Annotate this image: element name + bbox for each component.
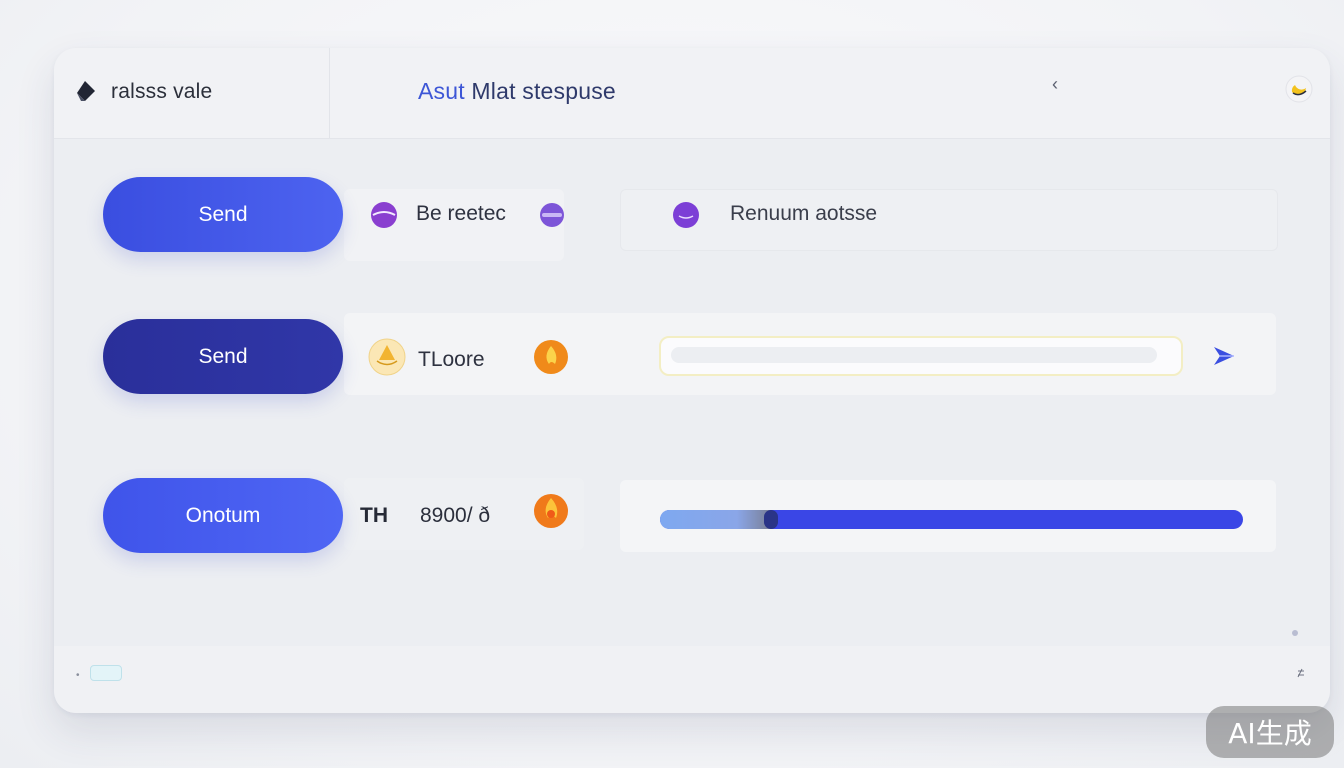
app-logo-icon: [77, 81, 95, 101]
row-2-input[interactable]: [659, 336, 1183, 376]
flame-orb-icon: [534, 340, 568, 374]
send-button-2-label: Send: [198, 344, 248, 368]
app-window: ralsss vale Asut Mlat stespuse ‹ Send Be…: [54, 48, 1330, 713]
send-button-1-label: Send: [198, 202, 248, 226]
progress-bar-cap: [764, 510, 778, 529]
amber-orb-icon: [368, 338, 406, 376]
screen: ralsss vale Asut Mlat stespuse ‹ Send Be…: [0, 0, 1344, 768]
onotum-button-label: Onotum: [185, 503, 261, 527]
row-3-item-label-b: 8900/ ð: [420, 504, 491, 527]
row-2-item-label: TLoore: [418, 348, 485, 371]
window-title-rest: Mlat stespuse: [464, 78, 616, 104]
back-chevron-icon[interactable]: ‹: [1052, 74, 1058, 95]
status-chip[interactable]: [90, 665, 122, 681]
row-3-item-label-a: TH: [360, 504, 388, 527]
send-button-2[interactable]: Send: [103, 319, 343, 394]
onotum-button[interactable]: Onotum: [103, 478, 343, 553]
row-1-item-label: Be reetec: [416, 202, 506, 225]
row-1-right-panel[interactable]: [620, 189, 1278, 251]
title-divider: [329, 48, 330, 138]
resize-handle-icon[interactable]: [1296, 668, 1306, 678]
window-title: Asut Mlat stespuse: [418, 78, 616, 105]
status-dot-icon: •: [76, 670, 80, 681]
flame-orb-icon: [534, 494, 568, 528]
theme-toggle-icon[interactable]: [1284, 74, 1314, 104]
purple-orb-icon: [371, 202, 397, 228]
send-arrow-icon[interactable]: [1212, 345, 1236, 367]
app-name: ralsss vale: [111, 80, 213, 103]
progress-bar: [660, 510, 1243, 529]
watermark: AI生成: [1206, 706, 1334, 758]
purple-orb-icon: [673, 202, 699, 228]
status-bar: •: [54, 630, 1330, 713]
purple-chip-icon: [540, 203, 564, 227]
progress-bar-start: [660, 510, 770, 529]
row-2-input-inner: [671, 347, 1157, 363]
row-1-right-label: Renuum aotsse: [730, 202, 878, 225]
send-button-1[interactable]: Send: [103, 177, 343, 252]
corner-dot-icon: [1292, 630, 1298, 636]
title-bar: ralsss vale Asut Mlat stespuse ‹: [54, 48, 1330, 139]
window-title-accent: Asut: [418, 78, 465, 104]
